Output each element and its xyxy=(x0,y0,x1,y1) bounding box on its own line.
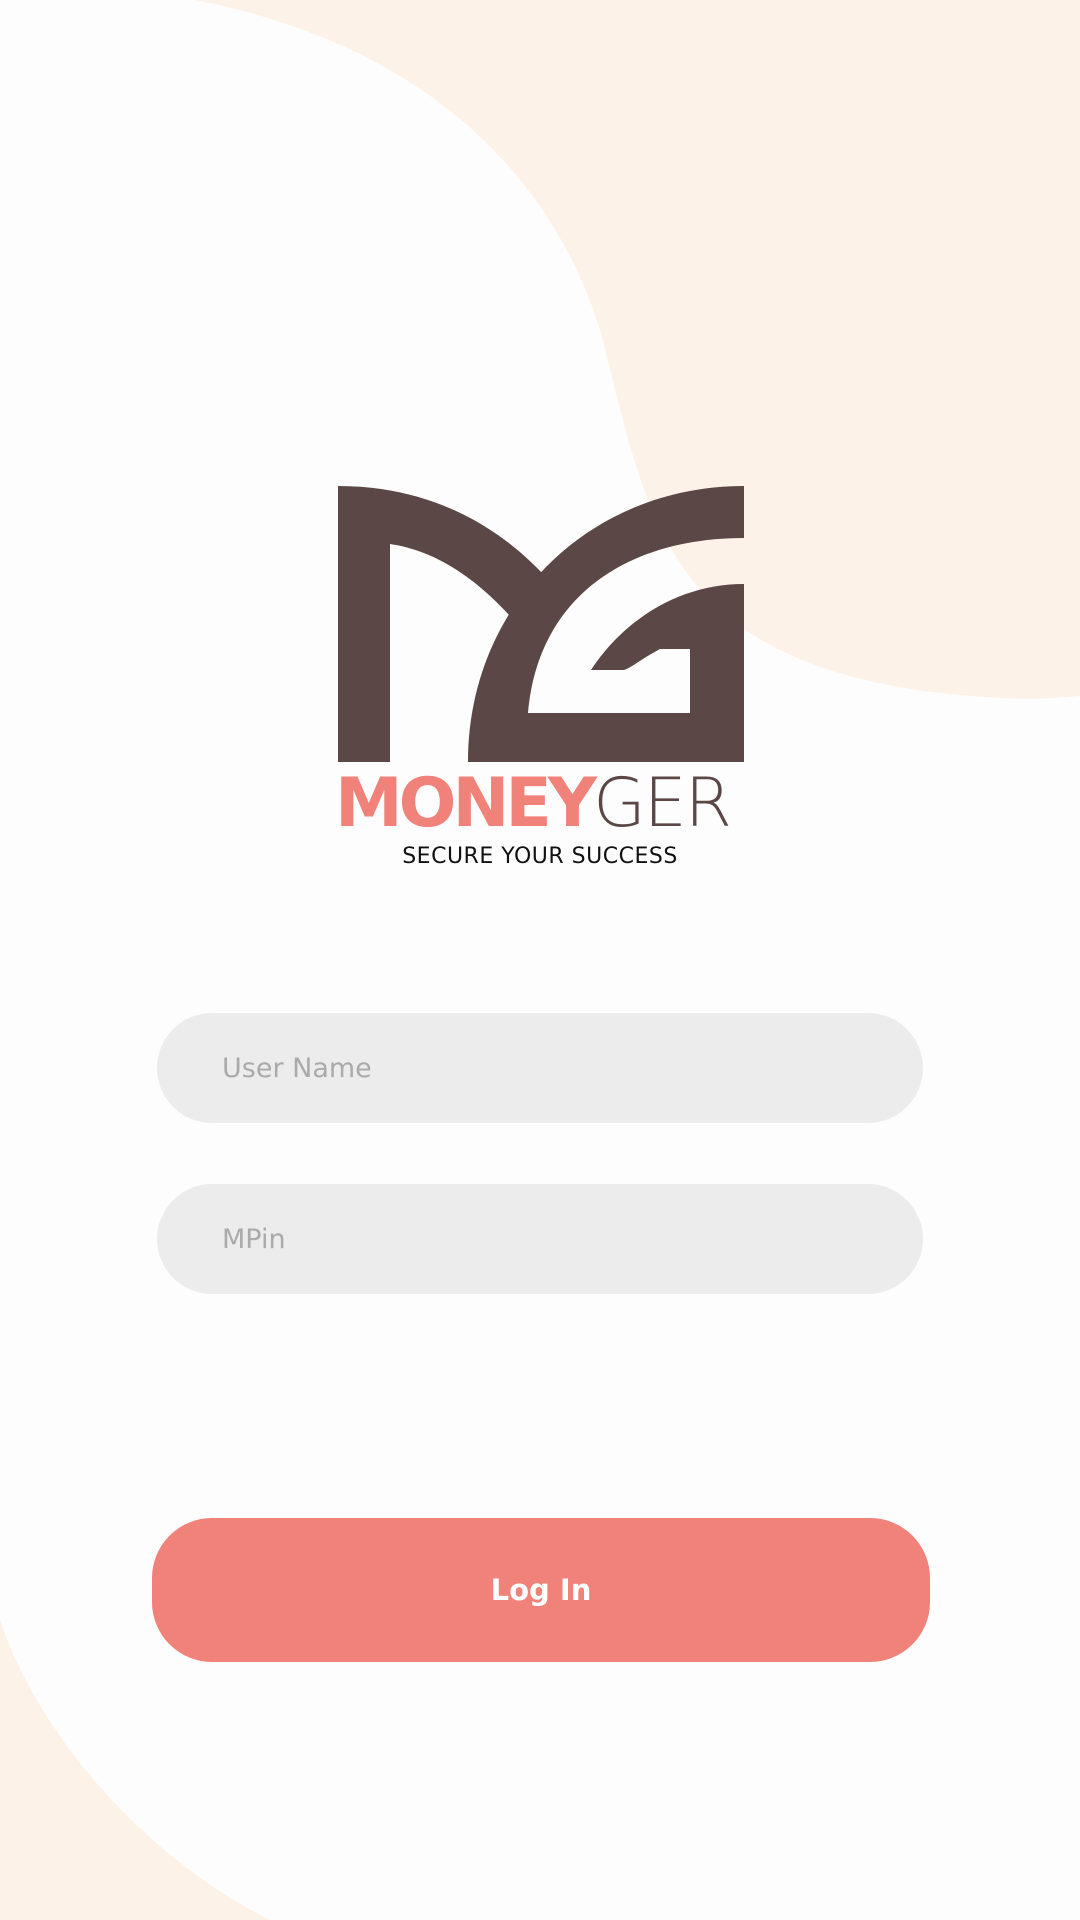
brand-tagline: SECURE YOUR SUCCESS xyxy=(402,844,678,869)
bottom-left-blob xyxy=(0,1620,270,1920)
brand-wordmark-primary: MONEY xyxy=(335,764,597,843)
login-button[interactable]: Log In xyxy=(152,1518,930,1662)
brand-wordmark-secondary: GER xyxy=(593,764,732,843)
username-field[interactable] xyxy=(157,1013,923,1123)
logo-g-outer xyxy=(468,486,744,762)
login-button-label: Log In xyxy=(490,1573,592,1607)
mpin-field[interactable] xyxy=(157,1184,923,1294)
mg-logo-icon xyxy=(338,486,744,762)
brand-wordmark: MONEYGER xyxy=(335,769,755,839)
username-input[interactable] xyxy=(157,1013,923,1123)
mpin-input[interactable] xyxy=(157,1184,923,1294)
